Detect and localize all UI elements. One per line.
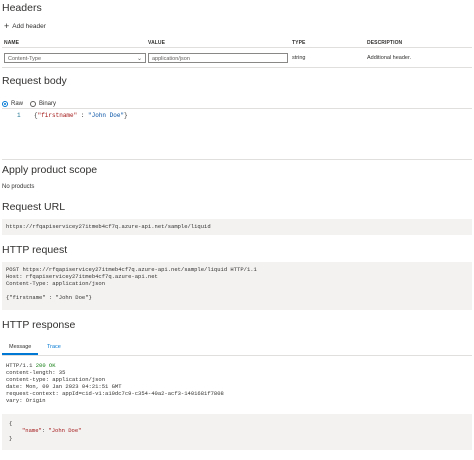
header-name-select[interactable]: Content-Type ⌄ [4, 53, 146, 63]
json-body-line: "name": "John Doe" [22, 427, 82, 434]
line-number: 1 [17, 112, 21, 119]
code-line: {"firstname" : "John Doe"} [34, 112, 128, 119]
response-header-line: request-context: appId=cid-v1:a10dc7c9-c… [6, 390, 224, 397]
active-tab-indicator [2, 353, 38, 355]
request-line: POST https://rfqapiservicey27itmeb4cf7q.… [6, 266, 257, 273]
chevron-down-icon: ⌄ [136, 56, 142, 62]
product-scope-title: Apply product scope [2, 164, 98, 176]
radio-binary-indicator [30, 100, 36, 107]
request-content-type-line: Content-Type: application/json [6, 280, 106, 287]
status-line: HTTP/1.1 200 OK [6, 362, 56, 369]
col-name-header: NAME [4, 40, 20, 46]
col-value-header: VALUE [148, 40, 166, 46]
tab-message[interactable]: Message [9, 344, 31, 350]
response-header-line: content-length: 35 [6, 369, 66, 376]
request-blank-line [6, 287, 468, 294]
tabs-divider [2, 355, 472, 356]
radio-raw-indicator [2, 100, 8, 107]
add-header-button[interactable]: + Add header [4, 22, 46, 31]
status-code: 200 OK [35, 362, 56, 369]
response-header-line: date: Mon, 09 Jan 2023 04:21:51 GMT [6, 383, 122, 390]
http-response-title: HTTP response [2, 319, 76, 331]
response-headers: HTTP/1.1 200 OK content-length: 35 content… [2, 360, 472, 412]
table-header-divider [2, 47, 472, 48]
response-header-line: vary: Origin [6, 397, 46, 404]
response-body-box: { "name": "John Doe" } [2, 414, 472, 450]
request-url-box: https://rfqapiservicey27itmeb4cf7q.azure… [2, 219, 472, 235]
request-body-editor[interactable]: 1 {"firstname" : "John Doe"} [2, 108, 472, 160]
json-open-brace: { [9, 420, 13, 427]
json-close-brace: } [9, 435, 13, 442]
http-request-box: POST https://rfqapiservicey27itmeb4cf7q.… [2, 262, 472, 310]
col-type-header: TYPE [292, 40, 306, 46]
table-row-divider [2, 67, 472, 68]
http-request-title: HTTP request [2, 244, 68, 256]
request-body-title: Request body [2, 75, 67, 87]
header-description: Additional header. [367, 55, 412, 61]
header-type: string [292, 55, 306, 61]
request-body-line: {"firstname" : "John Doe"} [6, 294, 92, 301]
tab-trace[interactable]: Trace [47, 344, 61, 350]
response-header-line: content-type: application/json [6, 376, 106, 383]
header-value-input[interactable]: application/json [148, 53, 288, 63]
product-scope-value: No products [2, 184, 35, 190]
plus-icon: + [4, 21, 10, 31]
col-description-header: DESCRIPTION [367, 40, 403, 46]
request-host-line: Host: rfqapiservicey27itmeb4cf7q.azure-a… [6, 273, 158, 280]
request-url-title: Request URL [2, 201, 66, 213]
headers-title: Headers [2, 2, 42, 14]
